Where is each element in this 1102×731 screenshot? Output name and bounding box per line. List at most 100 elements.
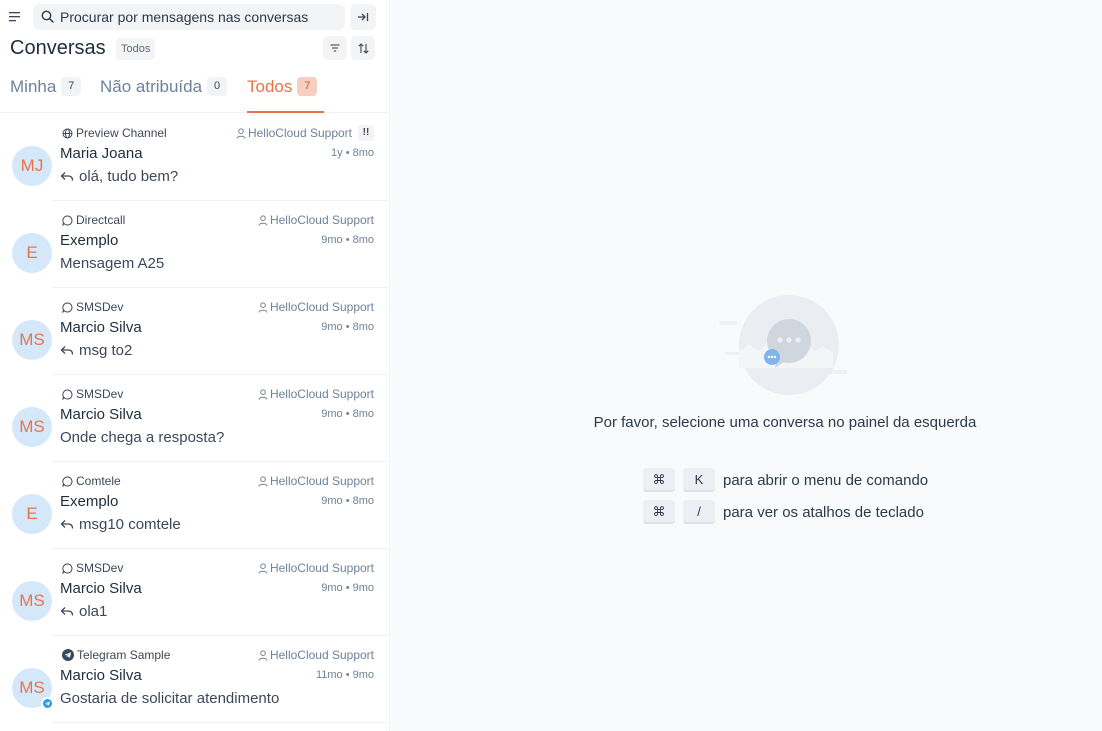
inbox-name: Directcall (76, 213, 126, 227)
last-message: msg10 comtele (60, 516, 181, 533)
conversation-item[interactable]: MS SMSDev HelloCloud Support Marcio Silva 9m… (0, 549, 390, 636)
conversation-time: 9mo • 8mo (321, 408, 374, 420)
shortcut-description: para ver os atalhos de teclado (723, 503, 924, 521)
avatar-initials: MS (19, 678, 45, 697)
tab-nao-atribuida[interactable]: Não atribuída 0 (100, 76, 228, 113)
status-filter-badge[interactable]: Todos (116, 38, 156, 60)
tab-label: Não atribuída (100, 76, 203, 96)
reply-icon (60, 606, 74, 617)
conversation-list-panel: Conversas Todos Minha7 Não atribuída0 (0, 0, 390, 731)
inbox-label: Comtele (62, 474, 121, 488)
list-header: Conversas Todos (0, 35, 390, 63)
filter-button[interactable] (323, 36, 347, 60)
avatar: E (12, 233, 52, 273)
kbd-key: ⌘ (643, 500, 675, 524)
conversation-item[interactable]: MS SMSDev HelloCloud Support Marcio Silva 9m… (0, 288, 390, 375)
inbox-label: SMSDev (62, 561, 123, 575)
shortcut-row: ⌘ / para ver os atalhos de teclado (643, 500, 924, 524)
empty-conversation-panel: Por favor, selecione uma conversa no pai… (391, 0, 1102, 731)
assignee-name: HelloCloud Support (269, 387, 374, 401)
last-message: olá, tudo bem? (60, 168, 178, 185)
inbox-name: SMSDev (76, 387, 124, 401)
inbox-label: Preview Channel (62, 126, 167, 140)
contact-name: Marcio Silva (60, 580, 142, 597)
avatar-initials: MJ (20, 156, 44, 175)
tab-count: 0 (207, 77, 228, 97)
avatar: E (12, 494, 52, 534)
divider (52, 722, 390, 723)
person-icon (258, 388, 268, 400)
telegram-icon (62, 649, 74, 661)
inbox-label: SMSDev (62, 387, 123, 401)
top-bar (0, 4, 390, 30)
avatar: MJ (12, 146, 52, 186)
message-preview: olá, tudo bem? (79, 168, 179, 185)
assignee-label: HelloCloud Support (236, 126, 352, 140)
chat-bubble-icon (62, 214, 73, 226)
assignee-name: HelloCloud Support (269, 648, 374, 662)
person-icon (258, 301, 268, 313)
conversation-item[interactable]: E Comtele HelloCloud Support Exemplo 9mo • 8… (0, 462, 390, 549)
contact-name: Marcio Silva (60, 319, 142, 336)
person-icon (258, 475, 268, 487)
message-preview: Gostaria de solicitar atendimento (60, 690, 280, 707)
search-input[interactable] (60, 7, 340, 27)
conversation-time: 1y • 8mo (331, 147, 374, 159)
dock-panel-button[interactable] (350, 4, 376, 30)
tab-count: 7 (61, 77, 82, 97)
message-preview: Onde chega a resposta? (60, 429, 225, 446)
conversation-item[interactable]: MJ Preview Channel HelloCloud Support!! Mar… (0, 114, 390, 201)
assignee-name: HelloCloud Support (269, 213, 374, 227)
contact-name: Maria Joana (60, 145, 143, 162)
inbox-name: Telegram Sample (77, 648, 171, 662)
tab-todos[interactable]: Todos 7 (247, 76, 324, 113)
conversation-item[interactable]: MS Telegram Sample HelloCloud Support Marci… (0, 636, 390, 723)
assignee-label: HelloCloud Support (258, 561, 374, 575)
empty-chat-illustration (719, 295, 847, 395)
last-message: ola1 (60, 603, 107, 620)
contact-name: Exemplo (60, 232, 119, 249)
last-message: Onde chega a resposta? (60, 429, 224, 446)
message-preview: msg to2 (79, 342, 133, 359)
shortcut-row: ⌘ K para abrir o menu de comando (643, 468, 928, 492)
assignee-tabs: Minha 7 Não atribuída 0 Todos 7 (0, 70, 390, 113)
contact-name: Marcio Silva (60, 406, 142, 423)
search-icon (41, 10, 54, 23)
chat-bubble-icon (62, 562, 73, 574)
assignee-label: HelloCloud Support (258, 213, 374, 227)
globe-icon (62, 128, 73, 139)
avatar-initials: MS (19, 330, 45, 349)
kbd-key: / (683, 500, 715, 524)
last-message: Mensagem A25 (60, 255, 164, 272)
avatar-initials: MS (19, 591, 45, 610)
last-message: Gostaria de solicitar atendimento (60, 690, 279, 707)
menu-toggle-icon[interactable] (9, 12, 21, 22)
assignee-label: HelloCloud Support (258, 300, 374, 314)
sort-button[interactable] (351, 36, 375, 60)
empty-state-message: Por favor, selecione uma conversa no pai… (593, 414, 977, 431)
conversation-item[interactable]: MS SMSDev HelloCloud Support Marcio Silva 9m… (0, 375, 390, 462)
inbox-name: SMSDev (76, 300, 124, 314)
assignee-name: HelloCloud Support (269, 561, 374, 575)
avatar-initials: MS (19, 417, 45, 436)
tab-minha[interactable]: Minha 7 (10, 76, 82, 113)
avatar: MS (12, 407, 52, 447)
person-icon (258, 562, 268, 574)
telegram-channel-icon (41, 697, 54, 710)
conversation-item[interactable]: E Directcall HelloCloud Support Exemplo 9mo … (0, 201, 390, 288)
inbox-name: Comtele (76, 474, 121, 488)
conversation-time: 9mo • 9mo (321, 582, 374, 594)
assignee-name: HelloCloud Support (269, 474, 374, 488)
filter-icon (330, 44, 340, 52)
avatar: MS (12, 581, 52, 621)
avatar: MS (12, 668, 54, 710)
message-preview: Mensagem A25 (60, 255, 165, 272)
avatar-initials: E (26, 243, 38, 262)
avatar: MS (12, 320, 52, 360)
inbox-name: Preview Channel (76, 126, 167, 140)
conversation-time: 11mo • 9mo (315, 669, 374, 681)
chat-bubble-icon (62, 388, 73, 400)
tab-label: Todos (247, 76, 293, 96)
person-icon (258, 214, 268, 226)
message-preview: ola1 (79, 603, 108, 620)
